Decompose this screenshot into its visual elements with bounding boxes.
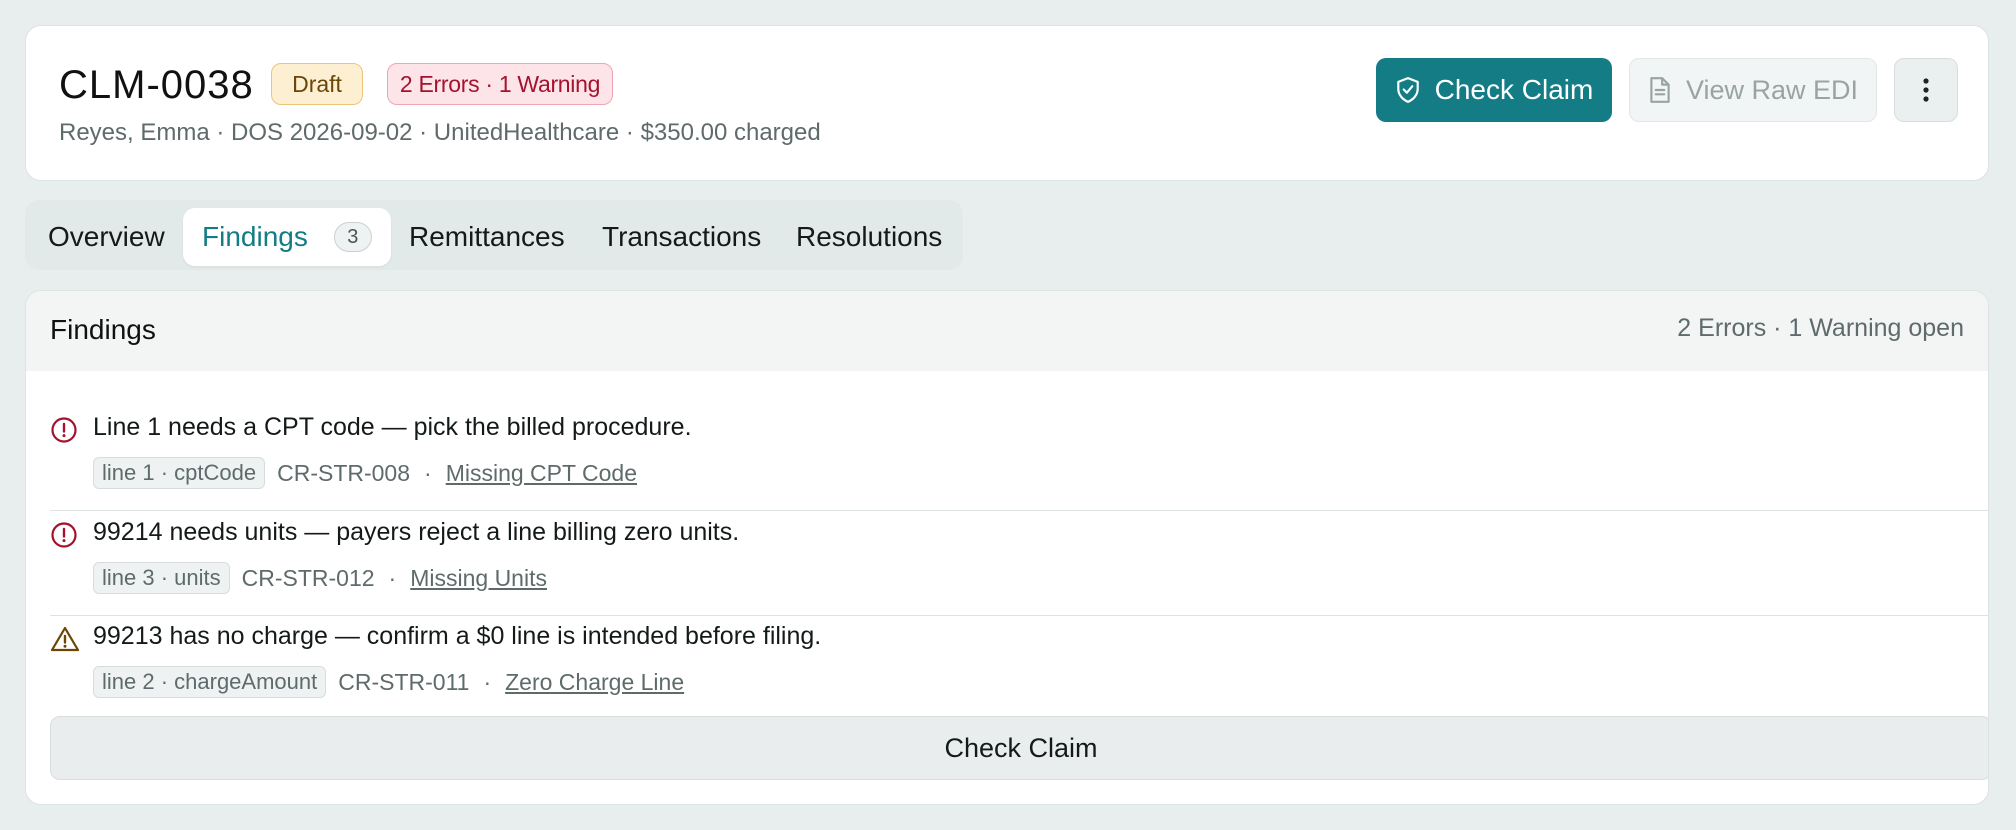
findings-count-badge: 3 — [333, 222, 372, 252]
tab-transactions[interactable]: Transactions — [602, 208, 761, 266]
finding-message: Line 1 needs a CPT code — pick the bille… — [93, 413, 692, 441]
field-chip: line 3 · units — [93, 562, 230, 594]
shield-check-icon — [1396, 77, 1419, 103]
claim-meta: Reyes, Emma · DOS 2026-09-02 · UnitedHea… — [59, 119, 821, 146]
claim-header-card: CLM-0038 Draft 2 Errors · 1 Warning Reye… — [25, 25, 1989, 181]
tab-bar: Overview Findings 3 Remittances Transact… — [25, 200, 963, 270]
check-claim-bottom-button[interactable]: Check Claim — [50, 716, 1988, 780]
rule-code: CR-STR-011 — [338, 668, 470, 695]
findings-title: Findings — [50, 314, 156, 345]
rule-link[interactable]: Zero Charge Line — [505, 669, 684, 696]
finding-meta: line 1 · cptCode CR-STR-008 · Missing CP… — [93, 456, 637, 490]
tab-remittances[interactable]: Remittances — [409, 208, 565, 266]
check-claim-button[interactable]: Check Claim — [1376, 58, 1612, 122]
tab-findings[interactable]: Findings 3 — [183, 208, 391, 266]
tab-overview[interactable]: Overview — [48, 208, 165, 266]
separator: · — [388, 564, 397, 591]
error-circle-icon — [51, 522, 77, 548]
rule-link[interactable]: Missing Units — [410, 565, 547, 592]
rule-code: CR-STR-012 — [241, 564, 375, 591]
rule-link[interactable]: Missing CPT Code — [446, 460, 637, 487]
finding-message: 99214 needs units — payers reject a line… — [93, 518, 740, 546]
issues-badge: 2 Errors · 1 Warning — [387, 63, 613, 105]
view-raw-edi-button[interactable]: View Raw EDI — [1629, 58, 1877, 122]
more-options-button[interactable] — [1894, 58, 1958, 122]
finding-item: 99213 has no charge — confirm a $0 line … — [50, 615, 1988, 720]
error-circle-icon — [51, 417, 77, 443]
view-raw-edi-label: View Raw EDI — [1685, 74, 1859, 105]
finding-meta: line 3 · units CR-STR-012 · Missing Unit… — [93, 561, 547, 595]
finding-item: Line 1 needs a CPT code — pick the bille… — [50, 406, 1988, 511]
finding-item: 99214 needs units — payers reject a line… — [50, 511, 1988, 616]
separator: · — [424, 459, 432, 486]
check-claim-label: Check Claim — [1434, 74, 1594, 105]
finding-message: 99213 has no charge — confirm a $0 line … — [93, 622, 822, 650]
field-chip: line 1 · cptCode — [93, 457, 266, 489]
tab-findings-label: Findings — [202, 221, 308, 252]
warning-triangle-icon — [50, 626, 80, 652]
document-icon — [1650, 77, 1670, 103]
tab-resolutions[interactable]: Resolutions — [796, 208, 942, 266]
more-vertical-icon — [1923, 78, 1929, 102]
status-badge: Draft — [271, 63, 363, 105]
findings-summary: 2 Errors · 1 Warning open — [1677, 314, 1964, 342]
claim-id: CLM-0038 — [59, 63, 254, 107]
finding-meta: line 2 · chargeAmount CR-STR-011 · Zero … — [93, 665, 684, 699]
field-chip: line 2 · chargeAmount — [93, 666, 327, 698]
findings-header: Findings 2 Errors · 1 Warning open — [26, 291, 1988, 371]
rule-code: CR-STR-008 — [277, 459, 411, 486]
separator: · — [483, 668, 492, 695]
findings-panel: Findings 2 Errors · 1 Warning open Line … — [25, 290, 1989, 805]
